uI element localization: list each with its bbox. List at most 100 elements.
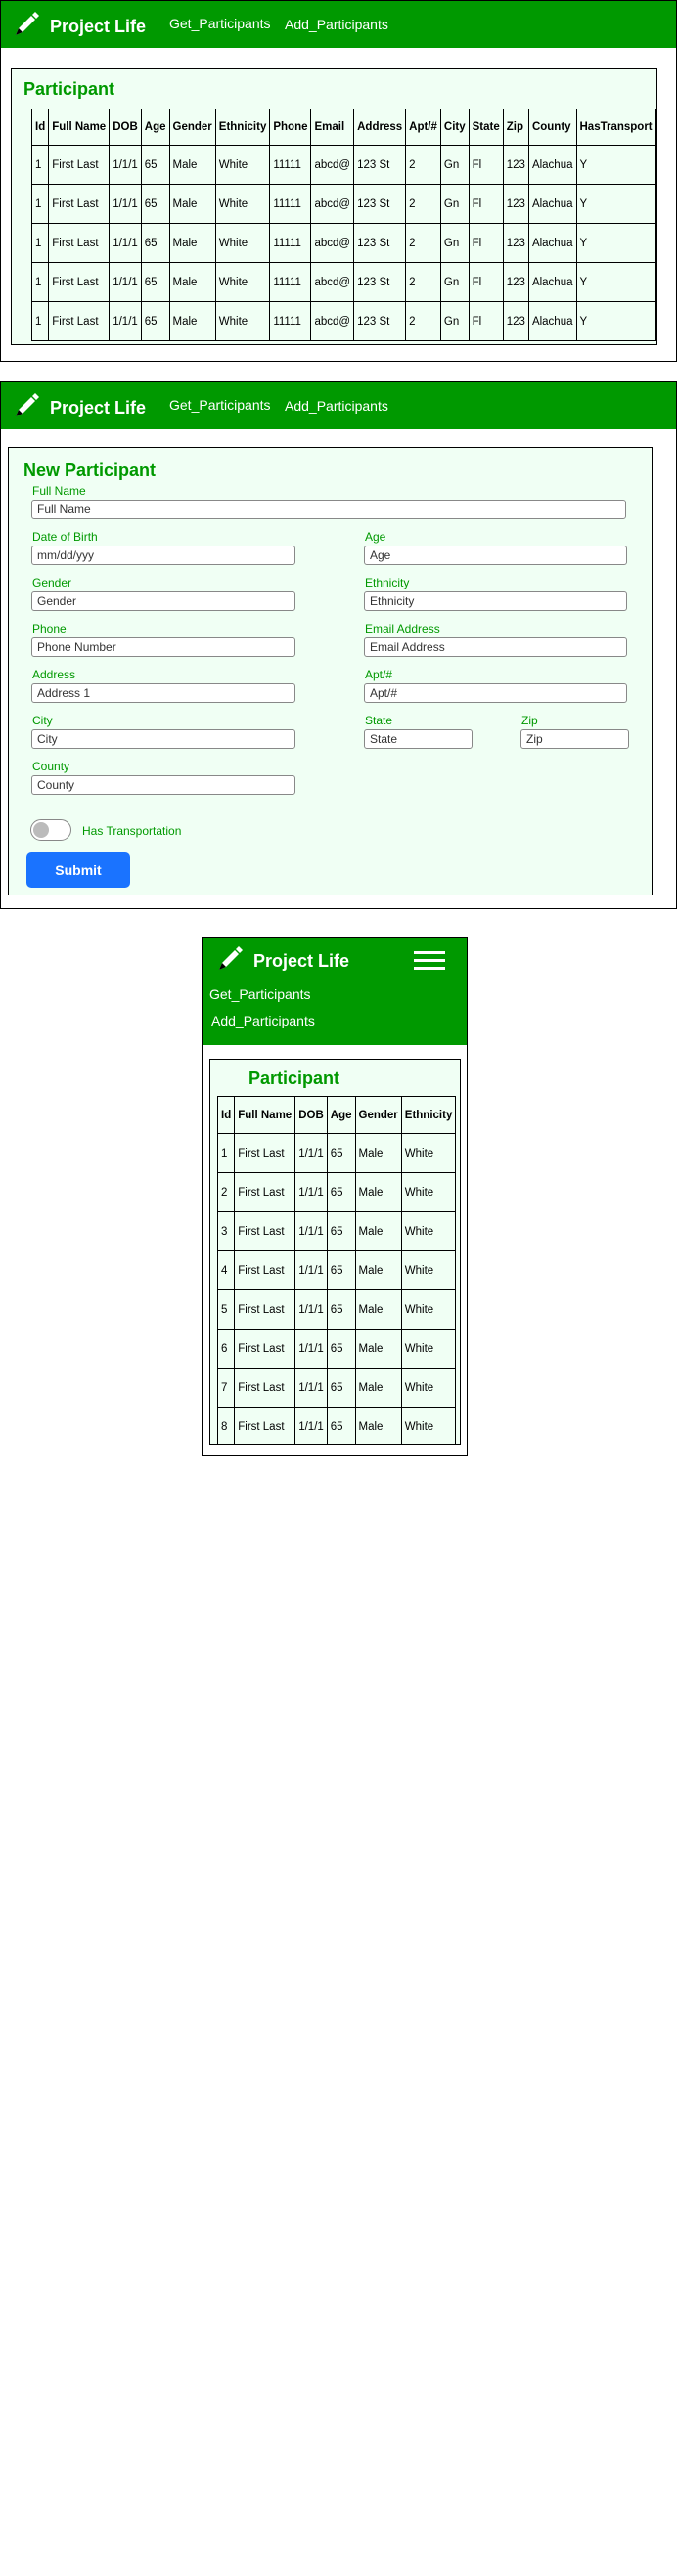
table-cell: abcd@ [310,223,355,263]
table-cell: 65 [326,1368,356,1408]
nav-link-add-participants[interactable]: Add_Participants [285,398,388,414]
table-cell: 1 [30,145,50,185]
column-header: Zip [502,109,529,146]
nav-link-get-participants[interactable]: Get_Participants [209,986,311,1002]
age-label: Age [365,530,386,544]
table-cell: First Last [234,1172,296,1212]
table-cell: 2 [405,145,441,185]
has-transportation-toggle[interactable] [30,819,71,841]
table-row[interactable]: 3 First Last 1/1/1 65 Male White [216,1211,457,1251]
table-cell: 1 [30,223,50,263]
full-name-input[interactable] [31,500,626,519]
table-row[interactable]: 1 First Last 1/1/1 65 Male White [216,1133,457,1173]
nav-link-add-participants[interactable]: Add_Participants [285,17,388,32]
apt-input[interactable] [364,683,627,703]
nav-link-get-participants[interactable]: Get_Participants [169,397,271,413]
brand-name: Project Life [50,17,147,36]
table-cell: White [214,262,271,302]
participants-title: Participant [23,79,115,99]
nav-link-add-participants[interactable]: Add_Participants [211,1013,315,1028]
table-cell: First Last [234,1133,296,1173]
table-cell: Gn [439,223,470,263]
table-row[interactable]: 1 First Last 1/1/1 65 Male White 11111 abcd@ 123… [30,301,656,341]
table-cell: 65 [326,1133,356,1173]
table-row[interactable]: 1 First Last 1/1/1 65 Male White 11111 abcd@ 123… [30,145,656,185]
table-cell: 3 [216,1211,236,1251]
table-row[interactable]: 1 First Last 1/1/1 65 Male White 11111 abcd@ 123… [30,262,656,302]
table-cell: 65 [140,301,170,341]
phone-input[interactable] [31,637,295,657]
table-cell: First Last [48,223,111,263]
table-row[interactable]: 1 First Last 1/1/1 65 Male White 11111 abcd@ 123… [30,223,656,263]
table-cell: White [214,184,271,224]
table-cell: Y [575,145,656,185]
table-row[interactable]: 6 First Last 1/1/1 65 Male White [216,1329,457,1369]
brand[interactable]: Project Life [13,392,146,424]
table-row[interactable]: 5 First Last 1/1/1 65 Male White [216,1289,457,1330]
hamburger-menu-icon[interactable] [414,951,445,973]
table-cell: 11111 [269,145,312,185]
ethnicity-input[interactable] [364,591,627,611]
nav-link-get-participants[interactable]: Get_Participants [169,16,271,31]
gender-input[interactable] [31,591,295,611]
table-cell: 1/1/1 [294,1407,328,1444]
state-input[interactable] [364,729,473,749]
navbar: Project Life Get_Participants Add_Partic… [1,382,676,429]
column-header: DOB [294,1096,328,1134]
county-input[interactable] [31,775,295,795]
zip-input[interactable] [520,729,629,749]
table-row[interactable]: 1 First Last 1/1/1 65 Male White 11111 abcd@ 123… [30,184,656,224]
table-cell: First Last [48,145,111,185]
city-input[interactable] [31,729,295,749]
table-cell: 2 [405,223,441,263]
column-header: HasTransport [575,109,656,146]
navbar: Project Life Get_Participants Add_Partic… [1,1,676,48]
table-cell: Male [354,1172,402,1212]
table-cell: 65 [140,184,170,224]
address-input[interactable] [31,683,295,703]
submit-button[interactable]: Submit [26,852,130,888]
table-row[interactable]: 2 First Last 1/1/1 65 Male White [216,1172,457,1212]
age-input[interactable] [364,546,627,565]
toggle-knob [33,822,49,838]
table-cell: 123 [502,301,529,341]
dob-label: Date of Birth [32,530,98,544]
table-cell: Male [168,262,216,302]
dob-input[interactable] [31,546,295,565]
table-row[interactable]: 7 First Last 1/1/1 65 Male White [216,1368,457,1408]
column-header: Age [140,109,170,146]
table-cell: 2 [405,184,441,224]
column-header: Phone [269,109,312,146]
mobile-participants-title: Participant [248,1069,340,1088]
table-cell: 11111 [269,184,312,224]
table-cell: Male [354,1289,402,1330]
brand[interactable]: Project Life [13,11,146,43]
table-cell: 65 [326,1289,356,1330]
address-label: Address [32,668,76,681]
table-cell: abcd@ [310,301,355,341]
table-cell: 1/1/1 [294,1211,328,1251]
table-cell: White [214,223,271,263]
table-cell: Male [354,1133,402,1173]
brand[interactable]: Project Life [216,945,349,978]
table-cell: Alachua [527,262,577,302]
table-row[interactable]: 4 First Last 1/1/1 65 Male White [216,1250,457,1290]
table-cell: abcd@ [310,184,355,224]
column-header: Id [216,1096,236,1134]
email-label: Email Address [365,622,440,635]
column-header: Gender [354,1096,402,1134]
table-cell: Alachua [527,301,577,341]
table-cell: 2 [405,262,441,302]
table-cell: First Last [48,184,111,224]
email-input[interactable] [364,637,627,657]
table-cell: White [400,1329,457,1369]
table-cell: 5 [216,1289,236,1330]
table-cell: 1/1/1 [109,262,142,302]
table-cell: 2 [405,301,441,341]
table-cell: 1/1/1 [294,1172,328,1212]
table-cell: Gn [439,184,470,224]
table-row[interactable]: 8 First Last 1/1/1 65 Male White [216,1407,457,1444]
table-header-row: Id Full Name DOB Age Gender Ethnicity [216,1096,457,1134]
table-cell: First Last [234,1329,296,1369]
apt-label: Apt/# [365,668,393,681]
